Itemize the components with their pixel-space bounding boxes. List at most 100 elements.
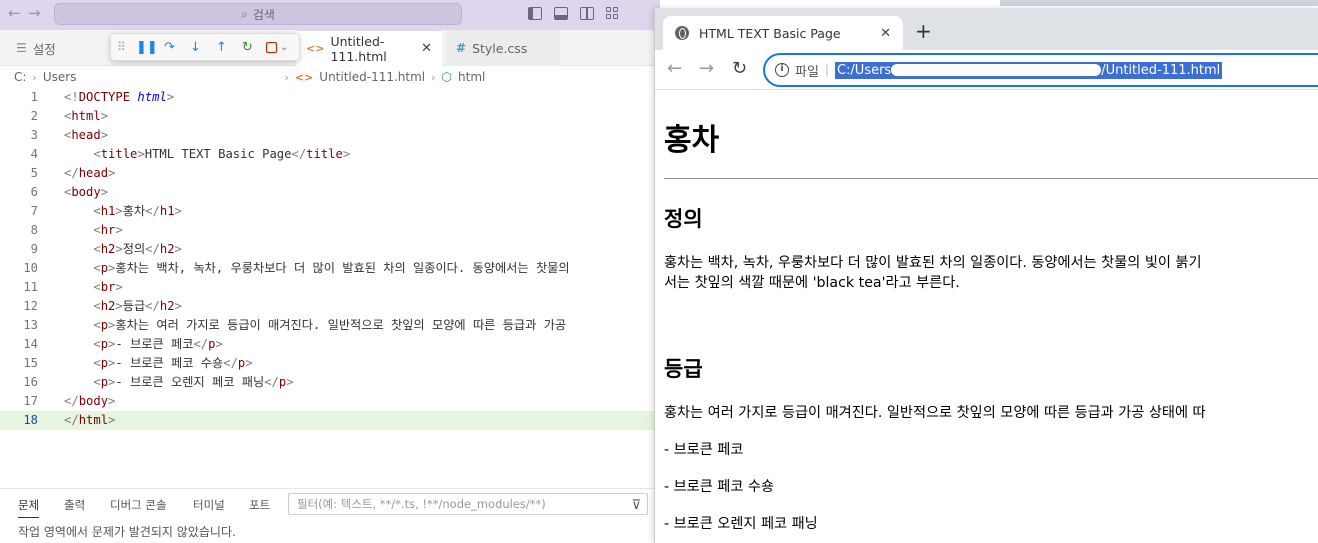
breadcrumb-users[interactable]: Users <box>43 70 77 84</box>
command-center-search[interactable]: ⌕ 검색 <box>54 3 462 25</box>
panel-tab-problems[interactable]: 문제 <box>18 497 40 518</box>
address-bar[interactable]: i 파일 | C:/Users/Untitled-111.html <box>763 53 1318 87</box>
stop-icon[interactable] <box>266 41 277 53</box>
line-number: 16 <box>23 375 38 389</box>
line-number: 18 <box>23 413 38 427</box>
heading-definition: 정의 <box>664 207 703 231</box>
browser-window: HTML TEXT Basic Page ✕ + ← → ↻ i 파일 | C:… <box>654 8 1318 543</box>
close-icon[interactable]: ✕ <box>880 26 891 41</box>
code-editor[interactable]: 1 <!DOCTYPE html> 2 <html> 3 <head> 4 <title>H… <box>0 88 654 438</box>
html-file-icon: <> <box>294 70 314 84</box>
code-text: <h1>홍차</h1> <box>93 204 182 218</box>
close-icon[interactable]: ✕ <box>421 41 432 56</box>
redacted-path <box>891 64 1102 76</box>
code-line[interactable]: 10 <p>홍차는 백차, 녹차, 우룽차보다 더 많이 발효된 차의 일종이다… <box>0 259 654 278</box>
new-tab-plus-icon[interactable]: + <box>915 19 932 43</box>
code-line[interactable]: 4 <title>HTML TEXT Basic Page</title> <box>0 145 654 164</box>
code-line[interactable]: 14 <p>- 브로큰 페코</p> <box>0 335 654 354</box>
breadcrumb-symbol[interactable]: html <box>458 70 485 84</box>
line-number: 10 <box>23 261 38 275</box>
pause-icon[interactable]: ❚❚ <box>136 40 158 55</box>
chevron-down-icon[interactable]: ⌄ <box>280 42 288 53</box>
horizontal-rule <box>664 178 1318 179</box>
line-number: 8 <box>30 223 38 237</box>
code-line[interactable]: 8 <hr> <box>0 221 654 240</box>
panel-tab-debug-console[interactable]: 디버그 콘솔 <box>110 497 167 513</box>
step-into-icon[interactable]: ↓ <box>188 40 203 55</box>
code-line[interactable]: 16 <p>- 브로큰 오렌지 페코 패닝</p> <box>0 373 654 392</box>
panel-tab-ports[interactable]: 포트 <box>249 497 270 513</box>
code-line[interactable]: 11 <br> <box>0 278 654 297</box>
panel-tab-output[interactable]: 출력 <box>64 497 85 513</box>
code-text: <!DOCTYPE html> <box>64 90 175 104</box>
rendered-page: 홍차 정의 홍차는 백차, 녹차, 우룽차보다 더 많이 발효된 차의 일종이다… <box>655 90 1318 543</box>
url-prefix: C:/Users <box>836 62 892 78</box>
code-text: <title>HTML TEXT Basic Page</title> <box>93 147 351 161</box>
toggle-secondary-sidebar-icon[interactable] <box>580 7 594 20</box>
reload-icon[interactable]: ↻ <box>732 58 747 79</box>
line-number: 6 <box>30 185 38 199</box>
tab-settings[interactable]: ☰ 설정 <box>6 30 106 66</box>
tab-label: Style.css <box>472 40 528 56</box>
browser-toolbar: ← → ↻ i 파일 | C:/Users/Untitled-111.html <box>655 50 1318 90</box>
code-line[interactable]: 7 <h1>홍차</h1> <box>0 202 654 221</box>
line-number: 1 <box>30 90 38 104</box>
code-line[interactable]: 2 <html> <box>0 107 654 126</box>
code-text: <html> <box>64 109 109 123</box>
info-icon[interactable]: i <box>775 63 789 77</box>
code-text: <p>- 브로큰 페코 수숑</p> <box>93 356 253 370</box>
line-number: 3 <box>30 128 38 142</box>
breadcrumb-file[interactable]: Untitled-111.html <box>319 70 425 84</box>
tab-label: Untitled-111.html <box>330 33 387 64</box>
tab-style-css[interactable]: # Style.css <box>446 30 560 66</box>
code-text: <p>- 브로큰 오렌지 페코 패닝</p> <box>93 375 294 389</box>
css-file-icon: # <box>456 41 467 55</box>
panel-tab-terminal[interactable]: 터미널 <box>193 497 225 513</box>
html-file-icon: <> <box>306 42 325 55</box>
forward-arrow-icon[interactable]: → <box>699 58 714 79</box>
drag-handle-icon[interactable]: ⠿ <box>117 40 126 54</box>
breadcrumb-drive[interactable]: C: <box>14 70 26 84</box>
code-line[interactable]: 12 <h2>등급</h2> <box>0 297 654 316</box>
browser-tab[interactable]: HTML TEXT Basic Page ✕ <box>663 16 903 50</box>
back-arrow-icon[interactable]: ← <box>8 4 21 22</box>
line-number: 9 <box>30 242 38 256</box>
tab-label: 설정 <box>32 41 56 57</box>
code-text: </head> <box>64 166 116 180</box>
code-text: <h2>정의</h2> <box>93 242 182 256</box>
redacted-path <box>82 72 279 82</box>
code-text: </body> <box>64 394 116 408</box>
breadcrumb: C: › Users › <> Untitled-111.html › ⬡ ht… <box>14 68 485 86</box>
bottom-panel: 문제 출력 디버그 콘솔 터미널 포트 필터(예: 텍스트, **/*.ts, … <box>0 488 660 543</box>
back-arrow-icon[interactable]: ← <box>667 58 682 79</box>
restart-icon[interactable]: ↻ <box>240 40 255 55</box>
code-line[interactable]: 6 <body> <box>0 183 654 202</box>
code-line[interactable]: 3 <head> <box>0 126 654 145</box>
customize-layout-icon[interactable] <box>606 7 620 20</box>
code-line[interactable]: 13 <p>홍차는 여러 가지로 등급이 매겨진다. 일반적으로 찻잎의 모양에… <box>0 316 654 335</box>
grade-item: - 브로큰 오렌지 페코 패닝 <box>664 516 818 532</box>
step-out-icon[interactable]: ↑ <box>214 40 229 55</box>
filter-icon[interactable]: ⊽ <box>631 496 641 516</box>
problems-filter-input[interactable]: 필터(예: 텍스트, **/*.ts, !**/node_modules/**)… <box>288 493 648 515</box>
line-number: 2 <box>30 109 38 123</box>
url-text[interactable]: C:/Users/Untitled-111.html <box>834 61 1223 79</box>
code-line[interactable]: 18 </html> <box>0 411 654 430</box>
line-number: 12 <box>23 299 38 313</box>
problems-message: 작업 영역에서 문제가 발견되지 않았습니다. <box>18 525 236 539</box>
code-line[interactable]: 1 <!DOCTYPE html> <box>0 88 654 107</box>
settings-list-icon: ☰ <box>16 41 27 55</box>
step-over-icon[interactable]: ↷ <box>162 40 177 55</box>
code-line[interactable]: 17 </body> <box>0 392 654 411</box>
code-line[interactable]: 15 <p>- 브로큰 페코 수숑</p> <box>0 354 654 373</box>
code-text: <head> <box>64 128 109 142</box>
code-line[interactable]: 9 <h2>정의</h2> <box>0 240 654 259</box>
debug-toolbar: ⠿ ❚❚ ↷ ↓ ↑ ↻ ⌄ <box>110 33 300 61</box>
code-line[interactable]: 5 </head> <box>0 164 654 183</box>
toggle-sidebar-icon[interactable] <box>528 7 542 20</box>
toggle-panel-icon[interactable] <box>554 7 568 20</box>
code-text: <br> <box>93 280 123 294</box>
tab-untitled-html[interactable]: <> Untitled-111.html ✕ <box>296 30 442 66</box>
forward-arrow-icon[interactable]: → <box>28 4 41 22</box>
chevron-right-icon: › <box>431 70 436 84</box>
